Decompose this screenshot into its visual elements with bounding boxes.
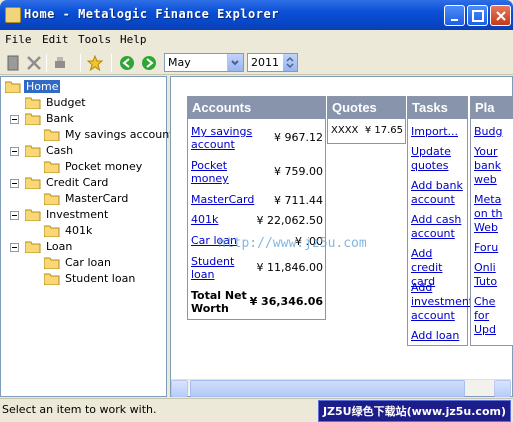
status-bar: Select an item to work with. JZ5U绿色下载站(w…	[0, 398, 513, 422]
folder-icon	[25, 97, 41, 109]
account-row: My savings account ¥ 967.12	[191, 125, 323, 151]
plan-link[interactable]: Meta on th Web	[474, 193, 513, 235]
task-update-quotes[interactable]: Update quotes	[411, 145, 467, 173]
menu-tools[interactable]: Tools	[78, 33, 111, 46]
spin-arrows-icon[interactable]	[283, 54, 297, 71]
menu-file[interactable]: File	[5, 33, 32, 46]
collapse-icon[interactable]	[10, 179, 19, 188]
back-arrow-icon	[120, 56, 134, 70]
month-value: May	[168, 56, 191, 69]
folder-icon	[44, 257, 60, 269]
folder-open-icon	[5, 81, 21, 93]
plan-link[interactable]: Onli Tuto	[474, 261, 513, 289]
folder-icon	[44, 225, 60, 237]
forward-button[interactable]	[139, 53, 159, 73]
plan-link[interactable]: Foru	[474, 241, 513, 255]
folder-icon	[25, 177, 41, 189]
print-button[interactable]	[50, 53, 70, 73]
folder-icon	[25, 113, 41, 125]
folder-icon	[25, 209, 41, 221]
scroll-thumb[interactable]	[190, 380, 465, 397]
watermark-text: http://www.jz5u.com	[218, 236, 367, 251]
minimize-button[interactable]	[444, 5, 465, 26]
folder-icon	[44, 129, 60, 141]
task-add-investment-account[interactable]: Add investment account	[411, 281, 473, 323]
collapse-icon[interactable]	[10, 243, 19, 252]
plan-link[interactable]: Your bank web	[474, 145, 513, 187]
scroll-left-icon[interactable]	[171, 380, 188, 397]
scroll-right-icon[interactable]	[494, 380, 511, 397]
task-import[interactable]: Import...	[411, 125, 467, 139]
maximize-button[interactable]	[467, 5, 488, 26]
back-button[interactable]	[117, 53, 137, 73]
toolbar: May 2011	[0, 50, 513, 75]
print-icon	[55, 57, 65, 68]
task-add-bank-account[interactable]: Add bank account	[411, 179, 467, 207]
tasks-title: Tasks	[408, 97, 467, 119]
minimize-icon	[451, 19, 458, 21]
account-link[interactable]: Pocket money	[191, 159, 229, 185]
collapse-icon[interactable]	[10, 211, 19, 220]
document-icon	[7, 55, 19, 71]
window-title: Home - Metalogic Finance Explorer	[24, 7, 279, 21]
task-add-cash-account[interactable]: Add cash account	[411, 213, 467, 241]
menu-help[interactable]: Help	[120, 33, 147, 46]
status-text: Select an item to work with.	[2, 403, 157, 416]
plan-link[interactable]: Che for Upd	[474, 295, 513, 337]
favorites-button[interactable]	[85, 53, 105, 73]
accounts-panel: Accounts My savings account ¥ 967.12 Pock…	[187, 96, 326, 320]
account-row: Student loan ¥ 11,846.00	[191, 255, 323, 281]
accounts-title: Accounts	[188, 97, 325, 119]
month-select[interactable]: May	[164, 53, 244, 72]
folder-icon	[44, 193, 60, 205]
star-icon	[87, 55, 103, 71]
quotes-panel: Quotes XXXX ¥ 17.65	[327, 96, 406, 144]
quotes-title: Quotes	[328, 97, 405, 119]
folder-icon	[25, 145, 41, 157]
forward-arrow-icon	[142, 56, 156, 70]
year-value: 2011	[251, 56, 279, 69]
menu-bar: File Edit Tools Help	[0, 30, 513, 49]
folder-icon	[44, 161, 60, 173]
delete-button[interactable]	[24, 53, 44, 73]
quote-symbol: XXXX	[331, 125, 359, 136]
toolbar-separator	[46, 54, 47, 72]
new-button[interactable]	[3, 53, 23, 73]
title-bar: Home - Metalogic Finance Explorer	[0, 0, 513, 30]
total-net-worth-value: ¥ 36,346.06	[249, 295, 323, 308]
plan-link[interactable]: Budg	[474, 125, 513, 139]
plan-panel: Pla Budg Your bank web Meta on th Web Foru O…	[470, 96, 513, 346]
folder-icon	[44, 273, 60, 285]
maximize-icon	[472, 10, 484, 22]
quote-price: ¥ 17.65	[364, 125, 403, 136]
toolbar-separator	[111, 54, 112, 72]
account-row: Pocket money ¥ 759.00	[191, 159, 323, 185]
collapse-icon[interactable]	[10, 147, 19, 156]
account-link[interactable]: MasterCard	[191, 193, 254, 206]
toolbar-separator	[80, 54, 81, 72]
plan-title: Pla	[471, 97, 513, 119]
year-stepper[interactable]: 2011	[247, 53, 298, 72]
close-icon	[496, 11, 506, 21]
horizontal-scrollbar[interactable]	[171, 379, 511, 397]
close-button[interactable]	[490, 5, 511, 26]
quote-row: XXXX ¥ 17.65	[331, 125, 403, 136]
account-link[interactable]: Student loan	[191, 255, 234, 281]
total-net-worth-row: Total Net Worth ¥ 36,346.06	[191, 289, 323, 315]
delete-icon	[27, 56, 41, 70]
collapse-icon[interactable]	[10, 115, 19, 124]
menu-edit[interactable]: Edit	[42, 33, 69, 46]
account-row: 401k ¥ 22,062.50	[191, 213, 323, 227]
account-row: MasterCard ¥ 711.44	[191, 193, 323, 207]
account-link[interactable]: 401k	[191, 213, 218, 226]
account-link[interactable]: My savings account	[191, 125, 252, 151]
task-add-loan[interactable]: Add loan	[411, 329, 467, 343]
tasks-panel: Tasks Import... Update quotes Add bank a…	[407, 96, 473, 346]
folder-icon	[25, 241, 41, 253]
chevron-down-icon[interactable]	[227, 54, 243, 71]
account-tree: Home Budget Bank My savings account Cash…	[0, 76, 174, 397]
app-icon	[5, 7, 21, 23]
